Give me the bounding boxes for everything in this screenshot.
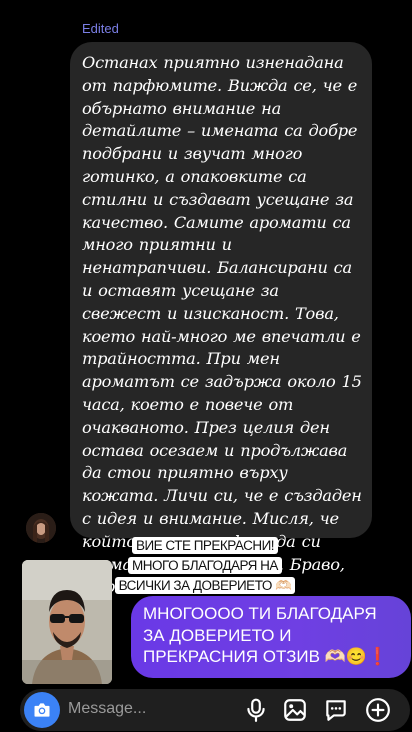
gallery-icon[interactable]	[282, 697, 308, 723]
story-caption: ВИЕ СТЕ ПРЕКРАСНИ! МНОГО БЛАГОДАРЯ НА ВС…	[112, 536, 298, 596]
story-thumbnail[interactable]	[22, 560, 112, 684]
microphone-icon[interactable]	[243, 697, 269, 723]
edited-label: Edited	[82, 21, 119, 36]
incoming-message-bubble[interactable]: Останах приятно изненадана от парфюмите.…	[70, 42, 372, 596]
outgoing-message-text: МНОГОООО ТИ БЛАГОДАРЯ ЗА ДОВЕРИЕТО И ПРЕ…	[143, 604, 389, 666]
plus-icon[interactable]	[365, 697, 391, 723]
message-input[interactable]: Message...	[68, 700, 146, 718]
incoming-message-text: Останах приятно изненадана от парфюмите.…	[82, 53, 362, 596]
sticker-icon[interactable]	[323, 697, 349, 723]
camera-icon	[34, 703, 50, 717]
outgoing-message-bubble[interactable]: МНОГОООО ТИ БЛАГОДАРЯ ЗА ДОВЕРИЕТО И ПРЕ…	[131, 596, 411, 678]
sender-avatar[interactable]	[26, 513, 56, 543]
message-composer: Message...	[20, 689, 410, 731]
camera-button[interactable]	[24, 692, 60, 728]
